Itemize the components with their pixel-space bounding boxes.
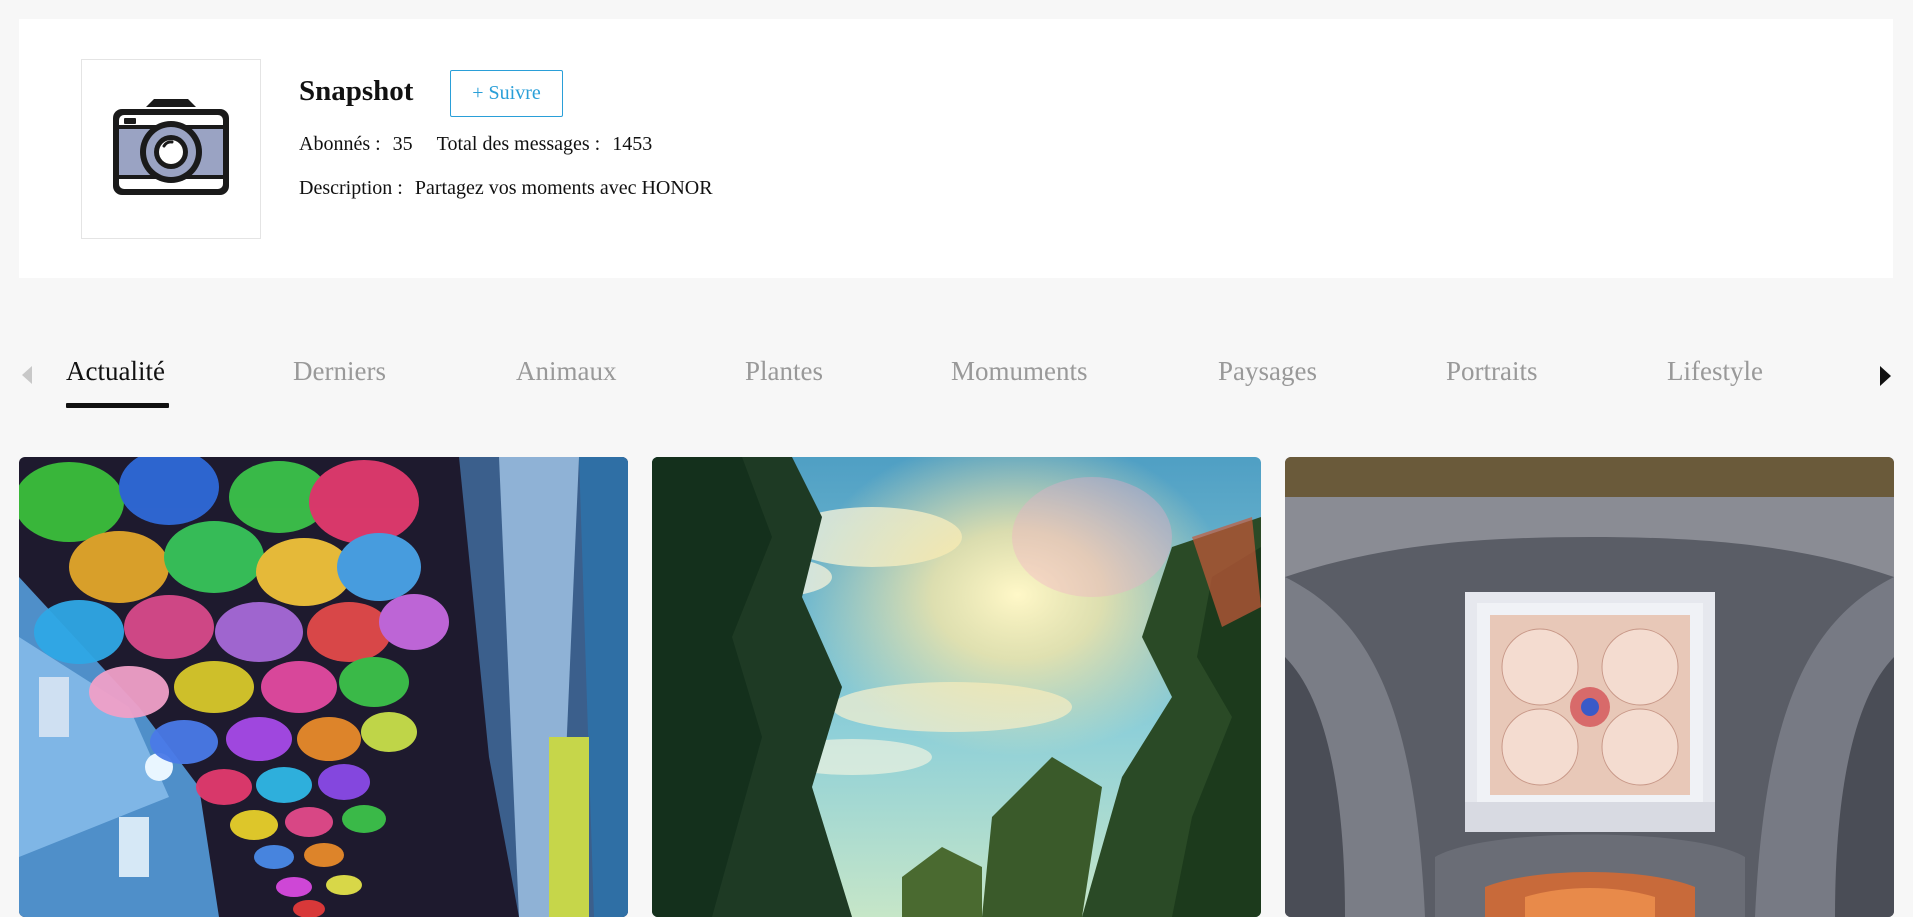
tab-portraits[interactable]: Portraits: [1446, 356, 1538, 387]
tab-paysages[interactable]: Paysages: [1218, 356, 1317, 387]
avatar: [81, 59, 261, 239]
photo-card-sky-trees[interactable]: [652, 457, 1261, 917]
sky-trees-photo: [652, 457, 1261, 917]
profile-name: Snapshot: [299, 75, 414, 107]
profile-card: Snapshot + Suivre Abonnés : 35 Total des m…: [19, 19, 1893, 278]
tab-animaux[interactable]: Animaux: [516, 356, 617, 387]
cathedral-ceiling-photo: [1285, 457, 1894, 917]
category-tabs: Actualité Derniers Animaux Plantes Momum…: [0, 340, 1913, 410]
chevron-left-icon[interactable]: [22, 366, 32, 384]
followers-count: 35: [392, 133, 413, 155]
active-tab-indicator: [66, 403, 169, 408]
total-messages-label: Total des messages :: [436, 133, 601, 155]
photo-card-umbrellas[interactable]: [19, 457, 628, 917]
photo-card-cathedral[interactable]: [1285, 457, 1894, 917]
total-messages-count: 1453: [612, 133, 653, 155]
camera-icon: [113, 99, 229, 195]
umbrellas-photo: [19, 457, 628, 917]
description-label: Description :: [299, 177, 403, 199]
tab-momuments[interactable]: Momuments: [951, 356, 1088, 387]
tab-derniers[interactable]: Derniers: [293, 356, 386, 387]
chevron-right-icon[interactable]: [1880, 366, 1891, 386]
tab-plantes[interactable]: Plantes: [745, 356, 823, 387]
tab-lifestyle[interactable]: Lifestyle: [1667, 356, 1763, 387]
description-line: Description : Partagez vos moments avec H…: [299, 177, 713, 200]
follow-button[interactable]: + Suivre: [450, 70, 563, 117]
description-text: Partagez vos moments avec HONOR: [414, 177, 713, 199]
tab-actualite[interactable]: Actualité: [66, 356, 165, 387]
stats-line: Abonnés : 35 Total des messages : 1453: [299, 133, 652, 156]
followers-label: Abonnés :: [299, 133, 381, 155]
